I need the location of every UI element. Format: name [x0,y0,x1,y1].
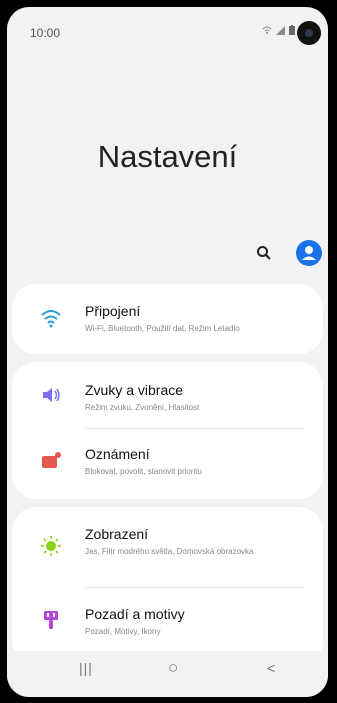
settings-item-display[interactable]: Zobrazení Jas, Filtr modrého světla, Dom… [12,507,323,585]
phone-screen: 10:00 Nastavení Připojení Wi-Fi, Bluetoo… [7,7,328,697]
settings-item-sub: Jas, Filtr modrého světla, Domovská obra… [85,547,254,556]
settings-item-sub: Wi-Fi, Bluetooth, Použití dat, Režim Let… [85,324,240,333]
settings-card-display: Zobrazení Jas, Filtr modrého světla, Dom… [12,507,323,665]
account-icon[interactable] [296,240,322,266]
notification-icon [42,452,61,468]
settings-item-sounds[interactable]: Zvuky a vibrace Režim zvuku, Zvonění, Hl… [12,362,323,426]
search-icon[interactable] [256,245,272,261]
recent-apps-button[interactable]: ||| [79,660,93,676]
settings-card-connections: Připojení Wi-Fi, Bluetooth, Použití dat,… [12,284,323,354]
navigation-bar: ||| ○ < [7,651,328,697]
signal-icon [276,26,286,35]
paintbrush-icon [44,611,58,629]
settings-item-label: Oznámení [85,446,150,462]
settings-item-label: Připojení [85,303,141,319]
wifi-status-icon [262,26,272,34]
status-icons [262,25,296,38]
settings-item-label: Zobrazení [85,526,149,542]
settings-card-sounds: Zvuky a vibrace Režim zvuku, Zvonění, Hl… [12,362,323,499]
settings-item-themes[interactable]: Pozadí a motivy Pozadí, Motivy, Ikony [12,589,323,653]
brightness-icon [41,536,61,556]
settings-item-sub: Blokovat, povolit, stanovit prioritu [85,467,202,476]
status-time: 10:00 [30,26,61,40]
settings-item-sub: Pozadí, Motivy, Ikony [85,627,161,636]
status-bar: 10:00 [7,7,328,51]
settings-item-notifications[interactable]: Oznámení Blokovat, povolit, stanovit pri… [12,430,323,494]
divider [85,428,305,429]
home-button[interactable]: ○ [168,658,178,678]
wifi-icon [41,310,61,328]
page-title: Nastavení [97,139,238,174]
battery-icon [289,25,296,35]
settings-item-label: Pozadí a motivy [85,606,185,622]
back-button[interactable]: < [267,660,275,676]
camera-cutout [297,21,321,45]
divider [85,587,305,588]
speaker-icon [43,388,60,402]
settings-item-sub: Režim zvuku, Zvonění, Hlasitost [85,403,200,412]
settings-item-connections[interactable]: Připojení Wi-Fi, Bluetooth, Použití dat,… [12,284,323,354]
toolbar [7,237,328,269]
settings-item-label: Zvuky a vibrace [85,382,184,398]
